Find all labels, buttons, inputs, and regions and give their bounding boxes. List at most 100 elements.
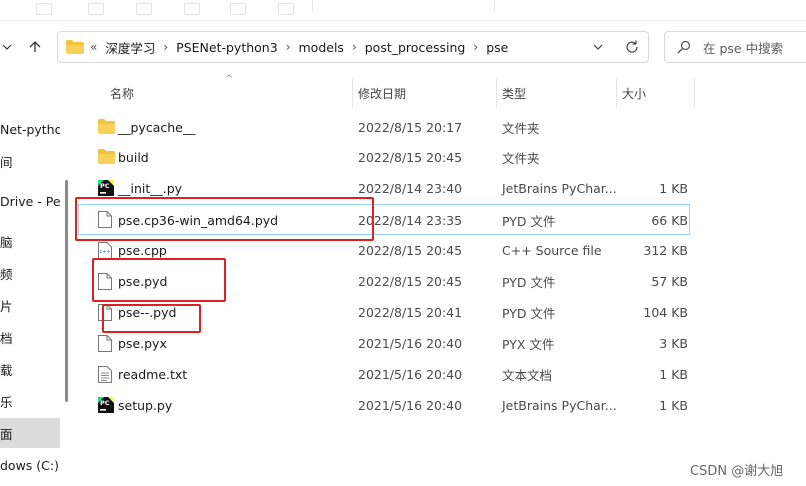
sidebar-item-label: 档 [0,330,13,346]
breadcrumb-item[interactable]: post_processing [365,40,466,55]
file-size: 1 KB [659,367,688,382]
breadcrumb-separator[interactable]: › [286,40,291,54]
column-header-name[interactable]: 名称 [110,78,134,108]
sidebar-item[interactable]: 载 [0,354,60,384]
file-type: JetBrains PyChar... [502,398,617,413]
file-date: 2021/5/16 20:40 [358,336,463,351]
file-type: PYD 文件 [502,275,556,290]
sidebar-item[interactable]: Net-pytho [0,114,60,144]
file-date: 2022/8/15 20:41 [358,305,463,320]
file-row[interactable]: readme.txt 2021/5/16 20:40 文本文档 1 KB [78,359,690,390]
column-header-type[interactable]: 类型 [502,78,526,108]
file-date: 2022/8/15 20:17 [358,120,463,135]
sidebar-item[interactable]: Drive - Pers [0,186,60,216]
sidebar-item[interactable]: 间 [0,146,60,176]
file-type: 文本文档 [502,368,553,383]
file-type: JetBrains PyChar... [502,181,617,196]
breadcrumb-separator[interactable]: › [163,40,168,54]
sidebar-item-label: Drive - Pers [0,193,60,209]
file-name: __pycache__ [118,120,196,135]
svg-text:c++: c++ [100,249,111,255]
svg-text:PC: PC [100,182,110,190]
sidebar-item-label: 乐 [0,394,13,410]
up-arrow-icon[interactable] [24,36,46,58]
breadcrumb-separator[interactable]: › [352,40,357,54]
sidebar-item-label: dows (C:) [0,457,59,473]
text-file-icon [98,366,115,383]
toolbar-divider [312,0,313,12]
file-row[interactable]: __pycache__ 2022/8/15 20:17 文件夹 [78,112,690,143]
file-type: PYX 文件 [502,337,555,352]
file-name: setup.py [118,398,173,413]
breadcrumb-separator[interactable]: › [473,40,478,54]
column-divider[interactable] [616,78,617,108]
sidebar-item[interactable]: 乐 [0,386,60,416]
cut-icon[interactable] [36,3,52,15]
pycharm-icon: PC [98,397,115,414]
delete-icon[interactable] [278,3,294,15]
file-type: C++ Source file [502,243,602,258]
file-type: 文件夹 [502,121,540,136]
file-icon [98,335,115,352]
recent-locations-chevron-icon[interactable] [0,36,18,58]
breadcrumb: « 深度学习 › PSENet-python3 › models › post_… [90,32,508,62]
annotation-box [92,258,226,302]
column-divider[interactable] [694,78,695,108]
file-size: 1 KB [659,398,688,413]
file-size: 312 KB [643,243,688,258]
breadcrumb-item[interactable]: models [299,40,344,55]
file-row[interactable]: build 2022/8/15 20:45 文件夹 [78,142,690,173]
search-placeholder: 在 pse 中搜索 [703,40,784,56]
file-date: 2022/8/15 20:45 [358,150,463,165]
sidebar-item-label: 载 [0,362,13,378]
file-size: 1 KB [659,181,688,196]
svg-text:PC: PC [100,399,110,407]
refresh-icon[interactable] [624,39,640,58]
column-header-date[interactable]: 修改日期 [358,78,406,108]
file-size: 57 KB [651,274,688,289]
file-type: PYD 文件 [502,214,556,229]
sidebar-item[interactable]: dows (C:) [0,450,60,480]
folder-icon [98,119,115,136]
sidebar-item-label: Net-pytho [0,121,60,137]
address-bar[interactable]: « 深度学习 › PSENet-python3 › models › post_… [57,31,649,63]
folder-icon [98,149,115,166]
sidebar-scrollbar-thumb[interactable] [65,180,68,402]
paste-icon[interactable] [136,3,152,15]
search-box[interactable]: 在 pse 中搜索 [664,31,806,63]
sidebar-item-label: 片 [0,298,13,314]
column-divider[interactable] [352,78,353,108]
sidebar-item-label: 频 [0,266,13,282]
file-size [618,142,688,173]
sidebar-item[interactable]: 频 [0,258,60,288]
breadcrumb-overflow[interactable]: « [90,40,97,54]
rename-icon[interactable] [184,3,200,15]
file-type: PYD 文件 [502,306,556,321]
sidebar-item[interactable]: 片 [0,290,60,320]
annotation-box [75,197,374,241]
column-header-size[interactable]: 大小 [622,78,646,108]
file-type: 文件夹 [502,151,540,166]
breadcrumb-item[interactable]: PSENet-python3 [176,40,278,55]
sidebar-item[interactable]: 脑 [0,226,60,256]
command-bar [0,0,806,21]
file-name: build [118,150,149,165]
sort-up-icon: ^ [225,74,234,85]
watermark: CSDN @谢大旭 [690,464,784,479]
pycharm-icon: PC [98,180,115,197]
breadcrumb-item[interactable]: 深度学习 [105,38,155,57]
sidebar-item[interactable]: 档 [0,322,60,352]
column-divider[interactable] [496,78,497,108]
file-row[interactable]: PC setup.py 2021/5/16 20:40 JetBrains Py… [78,390,690,421]
address-dropdown-chevron-icon[interactable] [592,41,604,56]
file-size: 104 KB [643,305,688,320]
share-icon[interactable] [230,3,246,15]
file-size: 66 KB [651,213,688,228]
copy-icon[interactable] [88,3,104,15]
file-date: 2022/8/15 20:45 [358,274,463,289]
file-name: readme.txt [118,367,188,382]
sidebar-item-label: 间 [0,154,13,170]
sidebar-item-label: 面 [0,426,13,442]
breadcrumb-item[interactable]: pse [486,40,508,55]
sidebar-item-selected[interactable]: 面 [0,418,60,448]
